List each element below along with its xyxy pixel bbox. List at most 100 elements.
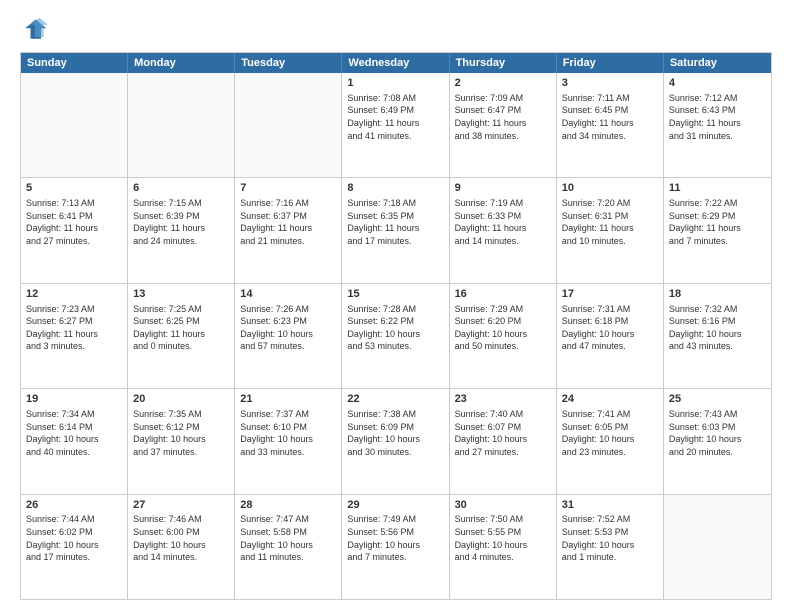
day-info: Sunrise: 7:18 AM Sunset: 6:35 PM Dayligh…: [347, 197, 443, 247]
day-number: 31: [562, 498, 658, 513]
day-number: 11: [669, 181, 766, 196]
day-info: Sunrise: 7:29 AM Sunset: 6:20 PM Dayligh…: [455, 303, 551, 353]
day-number: 25: [669, 392, 766, 407]
cal-cell: [664, 495, 771, 599]
day-info: Sunrise: 7:20 AM Sunset: 6:31 PM Dayligh…: [562, 197, 658, 247]
cal-cell: 31Sunrise: 7:52 AM Sunset: 5:53 PM Dayli…: [557, 495, 664, 599]
day-number: 23: [455, 392, 551, 407]
day-number: 7: [240, 181, 336, 196]
day-info: Sunrise: 7:16 AM Sunset: 6:37 PM Dayligh…: [240, 197, 336, 247]
cal-header-wednesday: Wednesday: [342, 53, 449, 73]
cal-row-1: 5Sunrise: 7:13 AM Sunset: 6:41 PM Daylig…: [21, 177, 771, 282]
day-number: 14: [240, 287, 336, 302]
day-info: Sunrise: 7:32 AM Sunset: 6:16 PM Dayligh…: [669, 303, 766, 353]
day-number: 26: [26, 498, 122, 513]
day-info: Sunrise: 7:35 AM Sunset: 6:12 PM Dayligh…: [133, 408, 229, 458]
cal-row-0: 1Sunrise: 7:08 AM Sunset: 6:49 PM Daylig…: [21, 73, 771, 177]
cal-cell: 30Sunrise: 7:50 AM Sunset: 5:55 PM Dayli…: [450, 495, 557, 599]
day-info: Sunrise: 7:26 AM Sunset: 6:23 PM Dayligh…: [240, 303, 336, 353]
cal-cell: 6Sunrise: 7:15 AM Sunset: 6:39 PM Daylig…: [128, 178, 235, 282]
cal-cell: [21, 73, 128, 177]
cal-cell: 24Sunrise: 7:41 AM Sunset: 6:05 PM Dayli…: [557, 389, 664, 493]
cal-cell: 28Sunrise: 7:47 AM Sunset: 5:58 PM Dayli…: [235, 495, 342, 599]
cal-cell: 20Sunrise: 7:35 AM Sunset: 6:12 PM Dayli…: [128, 389, 235, 493]
cal-cell: 26Sunrise: 7:44 AM Sunset: 6:02 PM Dayli…: [21, 495, 128, 599]
day-info: Sunrise: 7:25 AM Sunset: 6:25 PM Dayligh…: [133, 303, 229, 353]
cal-header-thursday: Thursday: [450, 53, 557, 73]
cal-cell: 14Sunrise: 7:26 AM Sunset: 6:23 PM Dayli…: [235, 284, 342, 388]
cal-header-saturday: Saturday: [664, 53, 771, 73]
cal-header-monday: Monday: [128, 53, 235, 73]
day-info: Sunrise: 7:12 AM Sunset: 6:43 PM Dayligh…: [669, 92, 766, 142]
day-number: 6: [133, 181, 229, 196]
day-info: Sunrise: 7:44 AM Sunset: 6:02 PM Dayligh…: [26, 513, 122, 563]
day-number: 28: [240, 498, 336, 513]
cal-cell: 17Sunrise: 7:31 AM Sunset: 6:18 PM Dayli…: [557, 284, 664, 388]
cal-cell: 19Sunrise: 7:34 AM Sunset: 6:14 PM Dayli…: [21, 389, 128, 493]
logo: [20, 16, 52, 44]
day-number: 1: [347, 76, 443, 91]
cal-cell: 3Sunrise: 7:11 AM Sunset: 6:45 PM Daylig…: [557, 73, 664, 177]
day-number: 20: [133, 392, 229, 407]
day-info: Sunrise: 7:37 AM Sunset: 6:10 PM Dayligh…: [240, 408, 336, 458]
day-number: 12: [26, 287, 122, 302]
calendar-body: 1Sunrise: 7:08 AM Sunset: 6:49 PM Daylig…: [21, 73, 771, 599]
day-info: Sunrise: 7:46 AM Sunset: 6:00 PM Dayligh…: [133, 513, 229, 563]
day-number: 30: [455, 498, 551, 513]
logo-icon: [20, 16, 48, 44]
cal-cell: 16Sunrise: 7:29 AM Sunset: 6:20 PM Dayli…: [450, 284, 557, 388]
cal-row-4: 26Sunrise: 7:44 AM Sunset: 6:02 PM Dayli…: [21, 494, 771, 599]
day-number: 4: [669, 76, 766, 91]
cal-cell: 1Sunrise: 7:08 AM Sunset: 6:49 PM Daylig…: [342, 73, 449, 177]
cal-cell: [128, 73, 235, 177]
cal-cell: 4Sunrise: 7:12 AM Sunset: 6:43 PM Daylig…: [664, 73, 771, 177]
day-info: Sunrise: 7:38 AM Sunset: 6:09 PM Dayligh…: [347, 408, 443, 458]
cal-cell: 12Sunrise: 7:23 AM Sunset: 6:27 PM Dayli…: [21, 284, 128, 388]
calendar: SundayMondayTuesdayWednesdayThursdayFrid…: [20, 52, 772, 600]
cal-cell: 25Sunrise: 7:43 AM Sunset: 6:03 PM Dayli…: [664, 389, 771, 493]
cal-cell: 27Sunrise: 7:46 AM Sunset: 6:00 PM Dayli…: [128, 495, 235, 599]
day-info: Sunrise: 7:28 AM Sunset: 6:22 PM Dayligh…: [347, 303, 443, 353]
day-number: 13: [133, 287, 229, 302]
day-number: 24: [562, 392, 658, 407]
day-info: Sunrise: 7:08 AM Sunset: 6:49 PM Dayligh…: [347, 92, 443, 142]
cal-cell: 18Sunrise: 7:32 AM Sunset: 6:16 PM Dayli…: [664, 284, 771, 388]
day-info: Sunrise: 7:52 AM Sunset: 5:53 PM Dayligh…: [562, 513, 658, 563]
day-number: 10: [562, 181, 658, 196]
day-info: Sunrise: 7:41 AM Sunset: 6:05 PM Dayligh…: [562, 408, 658, 458]
day-number: 27: [133, 498, 229, 513]
cal-cell: 23Sunrise: 7:40 AM Sunset: 6:07 PM Dayli…: [450, 389, 557, 493]
cal-cell: 9Sunrise: 7:19 AM Sunset: 6:33 PM Daylig…: [450, 178, 557, 282]
day-info: Sunrise: 7:50 AM Sunset: 5:55 PM Dayligh…: [455, 513, 551, 563]
day-info: Sunrise: 7:13 AM Sunset: 6:41 PM Dayligh…: [26, 197, 122, 247]
cal-header-sunday: Sunday: [21, 53, 128, 73]
day-number: 8: [347, 181, 443, 196]
day-info: Sunrise: 7:22 AM Sunset: 6:29 PM Dayligh…: [669, 197, 766, 247]
day-number: 2: [455, 76, 551, 91]
day-number: 17: [562, 287, 658, 302]
day-number: 19: [26, 392, 122, 407]
day-info: Sunrise: 7:34 AM Sunset: 6:14 PM Dayligh…: [26, 408, 122, 458]
cal-row-2: 12Sunrise: 7:23 AM Sunset: 6:27 PM Dayli…: [21, 283, 771, 388]
calendar-header: SundayMondayTuesdayWednesdayThursdayFrid…: [21, 53, 771, 73]
day-number: 5: [26, 181, 122, 196]
day-info: Sunrise: 7:40 AM Sunset: 6:07 PM Dayligh…: [455, 408, 551, 458]
cal-cell: 29Sunrise: 7:49 AM Sunset: 5:56 PM Dayli…: [342, 495, 449, 599]
cal-cell: 21Sunrise: 7:37 AM Sunset: 6:10 PM Dayli…: [235, 389, 342, 493]
day-number: 18: [669, 287, 766, 302]
day-info: Sunrise: 7:11 AM Sunset: 6:45 PM Dayligh…: [562, 92, 658, 142]
cal-cell: 8Sunrise: 7:18 AM Sunset: 6:35 PM Daylig…: [342, 178, 449, 282]
cal-cell: 5Sunrise: 7:13 AM Sunset: 6:41 PM Daylig…: [21, 178, 128, 282]
cal-row-3: 19Sunrise: 7:34 AM Sunset: 6:14 PM Dayli…: [21, 388, 771, 493]
day-info: Sunrise: 7:49 AM Sunset: 5:56 PM Dayligh…: [347, 513, 443, 563]
cal-cell: 7Sunrise: 7:16 AM Sunset: 6:37 PM Daylig…: [235, 178, 342, 282]
day-info: Sunrise: 7:09 AM Sunset: 6:47 PM Dayligh…: [455, 92, 551, 142]
day-info: Sunrise: 7:31 AM Sunset: 6:18 PM Dayligh…: [562, 303, 658, 353]
day-number: 29: [347, 498, 443, 513]
day-number: 3: [562, 76, 658, 91]
cal-cell: 10Sunrise: 7:20 AM Sunset: 6:31 PM Dayli…: [557, 178, 664, 282]
cal-cell: 22Sunrise: 7:38 AM Sunset: 6:09 PM Dayli…: [342, 389, 449, 493]
cal-cell: 15Sunrise: 7:28 AM Sunset: 6:22 PM Dayli…: [342, 284, 449, 388]
day-number: 21: [240, 392, 336, 407]
day-info: Sunrise: 7:43 AM Sunset: 6:03 PM Dayligh…: [669, 408, 766, 458]
